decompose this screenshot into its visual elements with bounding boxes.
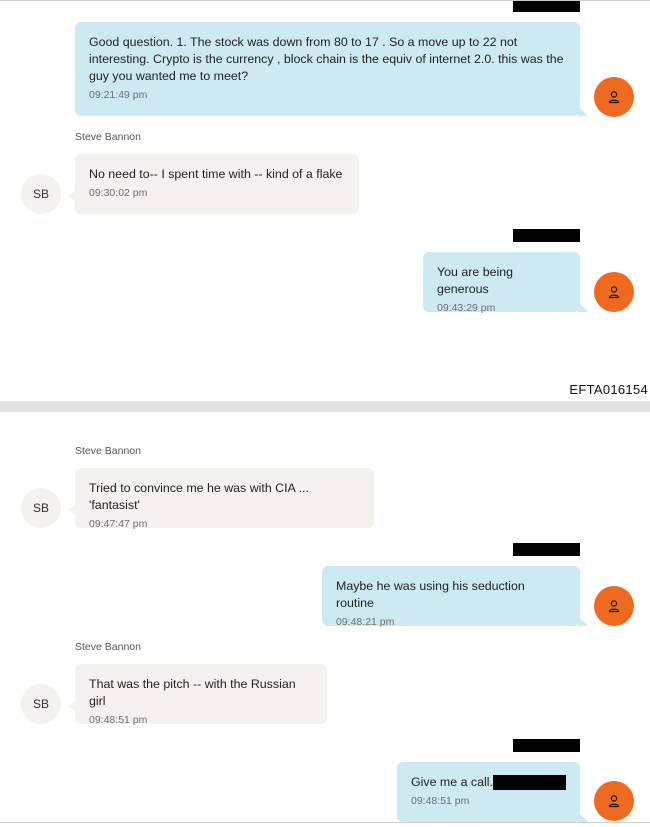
message-bubble-outgoing: Good question. 1. The stock was down fro… [75,22,588,116]
avatar-me [594,77,634,117]
message-timestamp: 09:21:49 pm [89,89,148,101]
avatar-me [594,272,634,312]
avatar-contact: SB [21,488,61,528]
person-icon [608,286,620,299]
avatar-me [594,781,634,821]
message-bubble-outgoing: Maybe he was using his seduction routine… [322,566,588,628]
bubble-tail [578,302,588,312]
message-bubble-incoming: Tried to convince me he was with CIA ...… [67,468,374,530]
message-bubble-outgoing: You are being generous 09:43:29 pm [423,252,588,314]
message-timestamp: 09:47:47 pm [89,518,148,530]
message-text: Tried to convince me he was with CIA ...… [89,481,309,512]
message-timestamp: 09:43:29 pm [437,302,496,314]
document-id: EFTA016154 [569,382,648,397]
document-page-1: Good question. 1. The stock was down fro… [0,0,650,402]
bubble-tail [578,812,588,822]
avatar-initials: SB [32,501,49,515]
avatar-me [594,586,634,626]
page-bottom-border [0,822,650,823]
page-separator [0,401,650,412]
redaction-bar [513,229,580,242]
message-timestamp: 09:48:51 pm [411,795,470,807]
bubble-tail [578,106,588,116]
sender-name: Steve Bannon [75,445,141,457]
avatar-contact: SB [21,684,61,724]
message-text: You are being generous [437,265,514,296]
avatar-initials: SB [32,187,49,201]
person-icon [608,600,620,613]
bubble-tail [578,616,588,626]
sender-name: Steve Bannon [75,641,141,653]
redaction-bar [513,1,580,12]
message-timestamp: 09:30:02 pm [89,187,148,199]
message-text: Give me a call. [411,774,566,791]
bubble-tail [67,700,77,712]
bubble-tail [67,190,77,202]
sender-name: Steve Bannon [75,131,141,143]
message-timestamp: 09:48:21 pm [336,616,395,628]
avatar-contact: SB [21,174,61,214]
message-text: Good question. 1. The stock was down fro… [89,35,564,83]
message-bubble-incoming: No need to-- I spent time with -- kind o… [67,154,359,214]
bubble-tail [67,504,77,516]
avatar-initials: SB [32,697,49,711]
redaction-bar [513,543,580,556]
message-text: Maybe he was using his seduction routine [336,579,525,610]
message-bubble-incoming: That was the pitch -- with the Russian g… [67,664,327,726]
message-text: No need to-- I spent time with -- kind o… [89,167,343,181]
message-text-content: Give me a call. [411,775,493,789]
message-timestamp: 09:48:51 pm [89,714,148,726]
message-bubble-outgoing: Give me a call. 09:48:51 pm [397,762,588,822]
redaction-bar [513,739,580,752]
message-text: That was the pitch -- with the Russian g… [89,677,296,708]
redaction-bar [493,775,566,790]
document-page-2: Steve Bannon SB Tried to convince me he … [0,412,650,827]
person-icon [608,795,620,808]
person-icon [608,91,620,104]
